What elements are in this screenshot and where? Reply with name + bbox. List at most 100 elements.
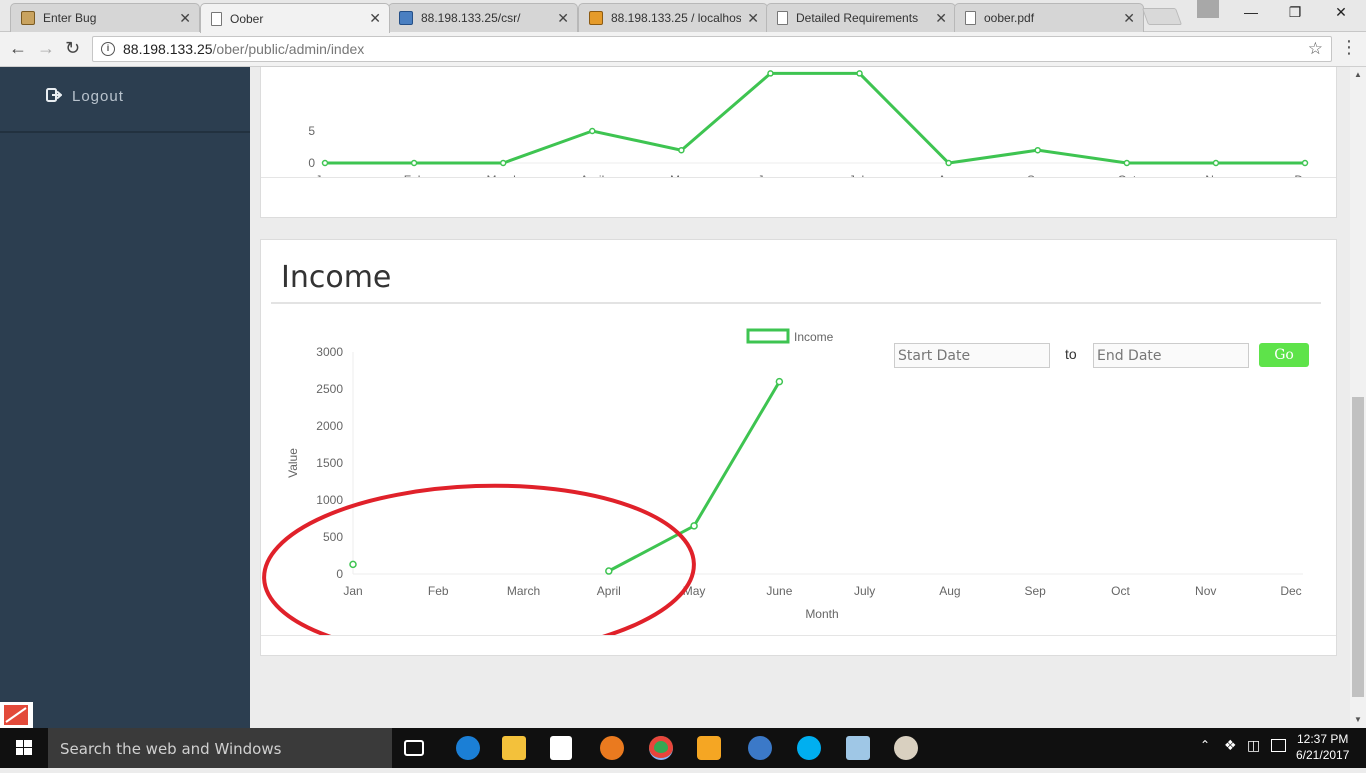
- x-tick-label: Oct: [1111, 584, 1130, 598]
- browser-menu-icon[interactable]: ⋮: [1340, 37, 1358, 58]
- start-button[interactable]: [0, 728, 48, 768]
- income-line-chart: 0 500 1000 1500 2000 2500 3000 Jan Feb March April…: [262, 328, 1303, 659]
- data-point: [945, 159, 952, 167]
- notification-icon[interactable]: [1271, 739, 1286, 752]
- close-icon[interactable]: ✕: [1123, 10, 1135, 27]
- to-label: to: [1065, 346, 1077, 362]
- legend-swatch: [746, 328, 790, 344]
- tab-detailed-requirements[interactable]: Detailed Requirements ✕: [766, 3, 956, 32]
- browser-toolbar: ← → ↻ i 88.198.133.25/ober/public/admin/…: [0, 32, 1366, 67]
- monthly-chart-panel: 50JanFebMarchAprilMayJuneJulyAugSepOctNo…: [260, 67, 1337, 218]
- back-arrow-icon[interactable]: ←: [9, 38, 27, 59]
- browser-tab-strip: Enter Bug ✕ Oober ✕ 88.198.133.25/csr/ ✕…: [0, 0, 1366, 33]
- address-bar[interactable]: i 88.198.133.25/ober/public/admin/index …: [92, 36, 1332, 62]
- tray-chevron-icon[interactable]: ⌃: [1200, 738, 1210, 752]
- scroll-down-icon[interactable]: ▼: [1354, 715, 1362, 724]
- logout-icon: [46, 88, 62, 102]
- restore-button[interactable]: ❐: [1272, 4, 1318, 21]
- main-content: 50JanFebMarchAprilMayJuneJulyAugSepOctNo…: [250, 67, 1350, 728]
- scrollbar-thumb[interactable]: [1352, 397, 1364, 697]
- tab-enter-bug[interactable]: Enter Bug ✕: [10, 3, 200, 32]
- tab-title: Enter Bug: [43, 11, 97, 25]
- close-window-button[interactable]: ✕: [1318, 4, 1364, 21]
- tab-title: 88.198.133.25 / localhos: [611, 11, 742, 25]
- taskbar-clock[interactable]: 12:37 PM 6/21/2017: [1296, 731, 1349, 763]
- page-icon: [211, 11, 222, 26]
- task-view-icon[interactable]: [404, 740, 424, 756]
- pinned-app-icon[interactable]: [0, 702, 33, 728]
- close-icon[interactable]: ✕: [747, 10, 759, 27]
- bookmark-star-icon[interactable]: ☆: [1308, 39, 1323, 59]
- y-tick-label: 2500: [316, 382, 343, 396]
- x-tick-label: Jan: [343, 584, 362, 598]
- panel-footer-divider: [261, 635, 1336, 636]
- firefox-icon[interactable]: [600, 736, 624, 760]
- x-tick-label: Feb: [428, 584, 449, 598]
- tab-phpmyadmin[interactable]: 88.198.133.25 / localhos ✕: [578, 3, 768, 32]
- y-tick-label: 0: [308, 156, 315, 170]
- page-icon: [777, 11, 788, 25]
- windows-taskbar: Search the web and Windows ⌃ ❖ ◫ 12:37 P…: [0, 728, 1366, 768]
- sidebar: Logout: [0, 67, 250, 728]
- taskbar-search-box[interactable]: Search the web and Windows: [48, 728, 392, 768]
- x-tick-label: April: [597, 584, 621, 598]
- edge-icon[interactable]: [456, 736, 480, 760]
- series-line: [608, 380, 781, 573]
- reload-icon[interactable]: ↻: [65, 38, 80, 59]
- forward-arrow-icon[interactable]: →: [37, 38, 55, 59]
- tab-title: 88.198.133.25/csr/: [421, 11, 521, 25]
- chrome-icon[interactable]: [649, 736, 673, 760]
- data-point: [589, 127, 596, 135]
- x-axis-title: Month: [805, 607, 838, 621]
- close-icon[interactable]: ✕: [179, 10, 191, 27]
- url-host: 88.198.133.25: [123, 41, 213, 57]
- info-icon[interactable]: i: [101, 42, 115, 56]
- profile-icon[interactable]: [1197, 0, 1219, 18]
- app-icon[interactable]: [697, 736, 721, 760]
- data-point: [856, 70, 863, 77]
- x-tick-label: Dec: [1280, 584, 1301, 598]
- network-icon[interactable]: ◫: [1247, 737, 1260, 754]
- sidebar-item-logout[interactable]: Logout: [0, 67, 250, 133]
- close-icon[interactable]: ✕: [557, 10, 569, 27]
- y-tick-label: 1500: [316, 456, 343, 470]
- data-point: [1212, 159, 1220, 167]
- x-tick-label: Aug: [939, 584, 960, 598]
- x-tick-label: July: [854, 584, 875, 598]
- y-tick-label: 1000: [316, 493, 343, 507]
- go-button[interactable]: Go: [1259, 343, 1309, 367]
- data-point: [767, 70, 774, 77]
- page-scrollbar[interactable]: ▲ ▼: [1350, 67, 1366, 728]
- x-tick-label: Nov: [1195, 584, 1216, 598]
- phpmyadmin-icon: [589, 11, 603, 25]
- new-tab-button[interactable]: [1141, 8, 1183, 25]
- start-date-input[interactable]: [894, 343, 1050, 368]
- clock-time: 12:37 PM: [1297, 732, 1349, 746]
- close-icon[interactable]: ✕: [369, 10, 381, 27]
- paint-icon[interactable]: [894, 736, 918, 760]
- panel-footer-divider: [261, 177, 1336, 178]
- tab-oober[interactable]: Oober ✕: [200, 3, 390, 33]
- dropbox-icon[interactable]: ❖: [1224, 737, 1237, 754]
- close-icon[interactable]: ✕: [935, 10, 947, 27]
- tab-title: Detailed Requirements: [796, 11, 919, 25]
- tab-title: oober.pdf: [984, 11, 1035, 25]
- minimize-button[interactable]: —: [1228, 4, 1274, 20]
- file-explorer-icon[interactable]: [502, 736, 526, 760]
- tab-csr[interactable]: 88.198.133.25/csr/ ✕: [388, 3, 578, 32]
- windows-logo-icon: [16, 740, 32, 755]
- y-tick-label: 3000: [316, 345, 343, 359]
- store-icon[interactable]: [550, 736, 572, 760]
- data-point: [775, 377, 784, 386]
- thunderbird-icon[interactable]: [748, 736, 772, 760]
- skype-icon[interactable]: [797, 736, 821, 760]
- end-date-input[interactable]: [1093, 343, 1249, 368]
- data-point: [410, 159, 418, 167]
- tab-oober-pdf[interactable]: oober.pdf ✕: [954, 3, 1144, 32]
- notepad-icon[interactable]: [846, 736, 870, 760]
- bug-favicon-icon: [21, 11, 35, 25]
- y-tick-label: 500: [323, 530, 343, 544]
- clock-date: 6/21/2017: [1296, 748, 1350, 762]
- scroll-up-icon[interactable]: ▲: [1354, 70, 1362, 79]
- csr-favicon-icon: [399, 11, 413, 25]
